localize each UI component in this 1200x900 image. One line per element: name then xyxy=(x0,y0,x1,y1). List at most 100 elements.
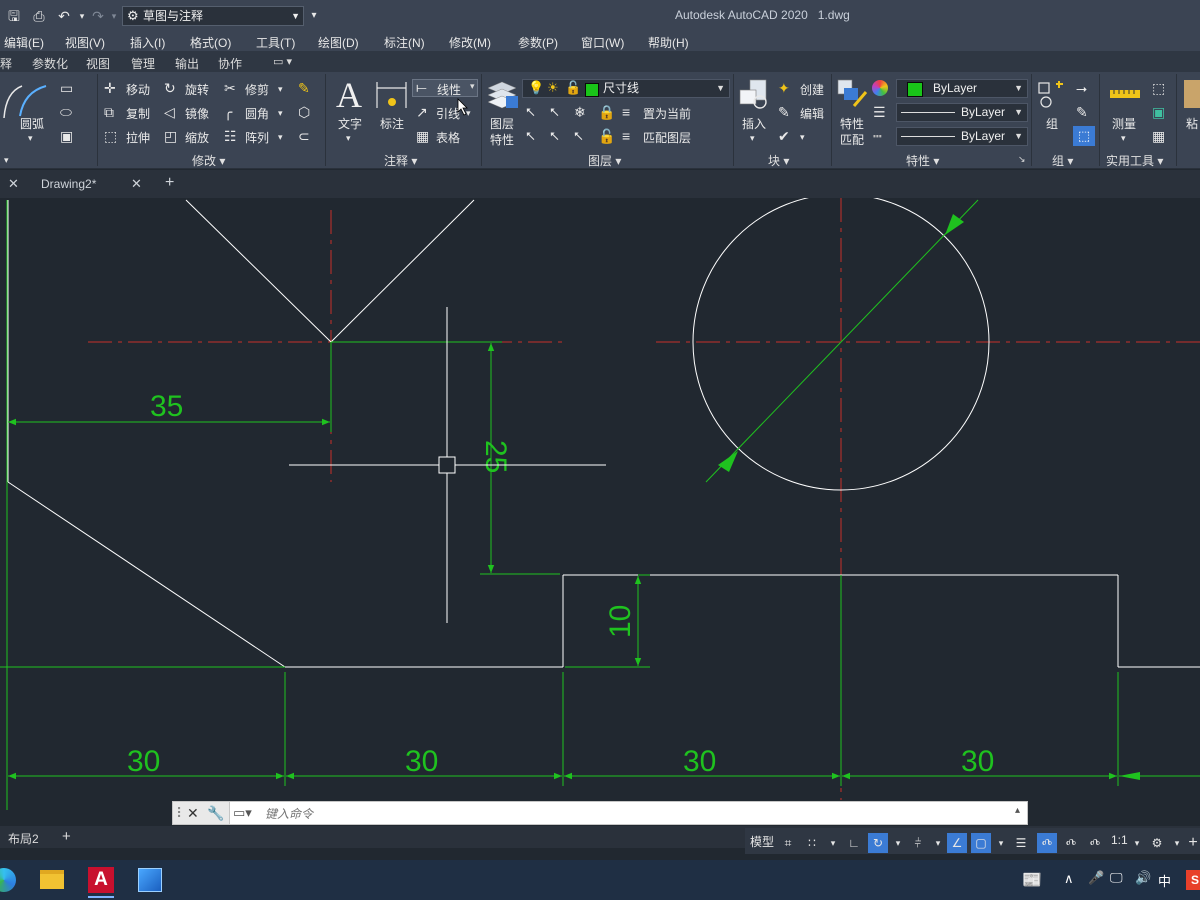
layer-properties-label-1[interactable]: 图层 xyxy=(490,115,514,132)
paste-icon[interactable] xyxy=(1184,80,1200,108)
drawing-canvas[interactable]: 35 25 10 30 30 30 30 xyxy=(0,193,1200,810)
table-button[interactable]: 表格 xyxy=(436,129,460,146)
tab-view[interactable]: 视图 xyxy=(86,55,110,72)
drag-handle-icon[interactable]: ⠇ xyxy=(176,805,186,822)
rotate-icon[interactable]: ↻ xyxy=(164,80,176,96)
print-icon[interactable]: ⎙ xyxy=(31,8,47,24)
chevron-down-icon[interactable]: ▾ xyxy=(1127,833,1147,853)
chevron-down-icon[interactable]: ▾ xyxy=(991,833,1011,853)
layer-on-icon[interactable]: ⭦ xyxy=(526,128,535,144)
offset-icon[interactable]: ⊂ xyxy=(298,128,310,144)
chevron-down-icon[interactable]: ▾ xyxy=(823,833,843,853)
new-tab-icon[interactable]: + xyxy=(165,174,174,192)
new-layout-icon[interactable]: + xyxy=(62,828,71,845)
menu-dimension[interactable]: 标注(N) xyxy=(384,34,425,51)
autocad-app-icon[interactable]: A xyxy=(88,867,114,893)
layer-isolate-icon[interactable]: ⭦ xyxy=(550,104,559,120)
edge-browser-icon[interactable] xyxy=(0,868,16,892)
customize-toolbar-icon[interactable]: ▾ xyxy=(306,8,322,24)
undo-icon[interactable]: ↶ xyxy=(56,8,72,24)
stretch-icon[interactable]: ⬚ xyxy=(104,128,117,144)
mirror-button[interactable]: 镜像 xyxy=(185,105,209,122)
news-widget-icon[interactable]: 📰 xyxy=(1022,870,1042,890)
chevron-down-icon[interactable]: ▾ xyxy=(928,833,948,853)
menu-modify[interactable]: 修改(M) xyxy=(449,34,491,51)
measure-icon[interactable] xyxy=(1108,80,1142,112)
chevron-down-icon[interactable]: ▾ xyxy=(346,130,351,146)
command-input[interactable] xyxy=(263,805,1007,823)
network-icon[interactable]: 🖵 xyxy=(1110,870,1123,886)
tab-output[interactable]: 输出 xyxy=(175,55,199,72)
explode-icon[interactable]: ⬡ xyxy=(298,104,310,120)
trim-icon[interactable]: ✂ xyxy=(224,80,236,96)
panel-title-modify[interactable]: 修改 ▾ xyxy=(192,152,225,169)
model-space-button[interactable]: 模型 xyxy=(750,833,774,850)
stretch-button[interactable]: 拉伸 xyxy=(126,129,150,146)
layer-off-icon[interactable]: ⭦ xyxy=(526,104,535,120)
annotation-visibility-icon[interactable]: Ⰴ xyxy=(1061,833,1081,853)
set-current-button[interactable]: 置为当前 xyxy=(643,105,691,122)
copy-button[interactable]: 复制 xyxy=(126,105,150,122)
command-history-icon[interactable]: ▴ xyxy=(1015,805,1020,816)
trim-button[interactable]: 修剪 xyxy=(245,81,269,98)
calculator-icon[interactable]: ▦ xyxy=(1152,128,1165,144)
layer-lock-icon[interactable]: 🔒 xyxy=(598,104,615,120)
linetype-icon[interactable]: ┅ xyxy=(873,128,881,144)
annotation-scale-icon[interactable]: Ⰴ xyxy=(1037,833,1057,853)
dimension-button[interactable]: 标注 xyxy=(380,115,404,132)
ellipse-icon[interactable]: ⬭ xyxy=(60,104,72,120)
array-button[interactable]: 阵列 xyxy=(245,129,269,146)
layer-select[interactable]: 💡 ☀ 🔓 尺寸线 ▼ xyxy=(522,79,730,98)
linear-dimension-button[interactable]: ⟝ 线性 ▾ xyxy=(412,79,478,97)
drawing-svg[interactable]: 35 25 10 30 30 30 30 xyxy=(0,193,1200,810)
menu-view[interactable]: 视图(V) xyxy=(65,34,105,51)
create-block-icon[interactable]: ✦ xyxy=(778,80,790,96)
save-icon[interactable]: 🖫 xyxy=(6,8,22,24)
redo-dropdown-icon[interactable]: ▾ xyxy=(106,8,122,24)
edit-block-icon[interactable]: ✎ xyxy=(778,104,790,120)
command-prompt-icon[interactable]: ▭▾ xyxy=(233,805,252,821)
linetype-select[interactable]: ByLayer ▼ xyxy=(896,103,1028,122)
group-edit-icon[interactable]: ✎ xyxy=(1076,104,1088,120)
leader-icon[interactable]: ↗ xyxy=(416,104,428,120)
ungroup-icon[interactable]: ⭢ xyxy=(1076,80,1087,96)
mirror-icon[interactable]: ◁ xyxy=(164,104,175,120)
array-icon[interactable]: ☷ xyxy=(224,128,237,144)
layer-freeze-icon[interactable]: ❄ xyxy=(574,104,586,120)
tab-annotate[interactable]: 释 xyxy=(0,55,12,72)
tab-manage[interactable]: 管理 xyxy=(131,55,155,72)
panel-title-layers[interactable]: 图层 ▾ xyxy=(588,152,621,169)
copy-icon[interactable]: ⧉ xyxy=(104,104,114,120)
close-icon[interactable]: ✕ xyxy=(187,805,199,822)
lineweight-display-icon[interactable]: ☰ xyxy=(1011,833,1031,853)
chevron-down-icon[interactable]: ▾ xyxy=(278,129,283,145)
match-properties-label-1[interactable]: 特性 xyxy=(840,115,864,132)
tab-drawing2[interactable]: Drawing2* xyxy=(41,177,96,191)
chevron-down-icon[interactable]: ▾ xyxy=(800,129,805,145)
tab-collaborate[interactable]: 协作 xyxy=(218,55,242,72)
chevron-up-icon[interactable]: ∧ xyxy=(1064,871,1074,887)
move-icon[interactable]: ✛ xyxy=(104,80,116,96)
lineweight-select[interactable]: ByLayer ▼ xyxy=(896,127,1028,146)
object-snap-tracking-icon[interactable]: ∠ xyxy=(947,833,967,853)
sogou-input-icon[interactable]: S xyxy=(1186,870,1200,890)
chevron-down-icon[interactable]: ▾ xyxy=(1121,130,1126,146)
volume-icon[interactable]: 🔊 xyxy=(1135,870,1151,886)
panel-title-utilities[interactable]: 实用工具 ▾ xyxy=(1106,152,1163,169)
grid-icon[interactable]: ⌗ xyxy=(778,833,798,853)
fillet-button[interactable]: 圆角 xyxy=(245,105,269,122)
scale-button[interactable]: 缩放 xyxy=(185,129,209,146)
rotate-button[interactable]: 旋转 xyxy=(185,81,209,98)
menu-tools[interactable]: 工具(T) xyxy=(256,34,295,51)
ribbon-minimize-icon[interactable]: ▭ ▾ xyxy=(273,55,292,68)
gear-icon[interactable]: ⚙ xyxy=(1147,833,1167,853)
file-explorer-icon[interactable] xyxy=(40,870,64,889)
edit-block-button[interactable]: 编辑 xyxy=(800,105,824,122)
wrench-icon[interactable]: 🔧 xyxy=(207,805,224,822)
panel-title-groups[interactable]: 组 ▾ xyxy=(1052,152,1073,169)
match-properties-label-2[interactable]: 匹配 xyxy=(840,131,864,148)
quick-select-icon[interactable]: ⬚ xyxy=(1152,80,1165,96)
match-properties-icon[interactable] xyxy=(836,78,868,110)
layer-properties-icon[interactable] xyxy=(486,78,520,112)
redo-icon[interactable]: ↷ xyxy=(90,8,106,24)
